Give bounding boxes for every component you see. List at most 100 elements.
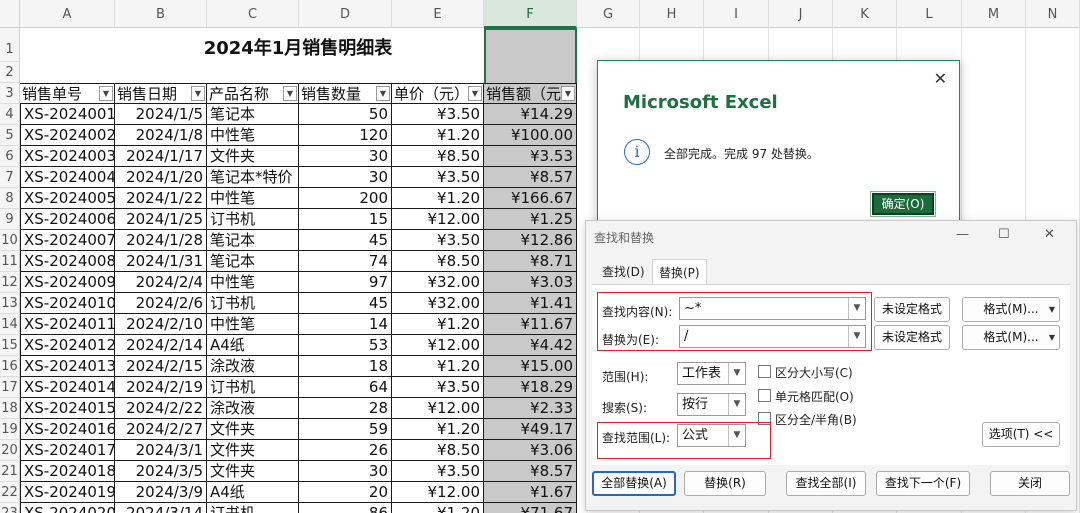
column-header[interactable]: N bbox=[1026, 0, 1080, 28]
row-header[interactable]: 2 bbox=[0, 62, 20, 83]
chevron-down-icon[interactable]: ▼ bbox=[728, 394, 745, 415]
filter-dropdown-icon[interactable]: ▼ bbox=[283, 86, 297, 101]
table-cell[interactable]: 2024/1/5 bbox=[115, 104, 207, 125]
filter-dropdown-icon[interactable]: ▼ bbox=[376, 86, 390, 101]
select-all-corner[interactable] bbox=[0, 0, 20, 28]
table-cell[interactable]: 45 bbox=[299, 293, 392, 314]
table-cell[interactable]: 2024/2/6 bbox=[115, 293, 207, 314]
replace-no-format-button[interactable]: 未设定格式 bbox=[874, 325, 950, 350]
table-cell[interactable]: XS-2024010 bbox=[20, 293, 115, 314]
table-cell[interactable]: 文件夹 bbox=[207, 440, 299, 461]
table-cell[interactable]: ¥8.50 bbox=[392, 440, 484, 461]
table-cell[interactable]: XS-2024013 bbox=[20, 356, 115, 377]
row-header[interactable]: 7 bbox=[0, 167, 20, 188]
row-header[interactable]: 5 bbox=[0, 125, 20, 146]
row-header[interactable]: 4 bbox=[0, 104, 20, 125]
table-header-cell[interactable]: 销售日期 ▼ bbox=[115, 83, 207, 104]
find-no-format-button[interactable]: 未设定格式 bbox=[874, 297, 950, 322]
table-header-cell[interactable]: 产品名称 ▼ bbox=[207, 83, 299, 104]
table-cell[interactable]: ¥2.33 bbox=[484, 398, 577, 419]
close-button[interactable]: 关闭 bbox=[990, 471, 1070, 496]
row-header[interactable]: 9 bbox=[0, 209, 20, 230]
table-cell[interactable]: ¥3.53 bbox=[484, 146, 577, 167]
table-cell[interactable]: XS-2024007 bbox=[20, 230, 115, 251]
table-cell[interactable]: 2024/3/14 bbox=[115, 503, 207, 513]
table-cell[interactable]: 2024/1/20 bbox=[115, 167, 207, 188]
table-cell[interactable]: 涂改液 bbox=[207, 398, 299, 419]
table-cell[interactable]: ¥8.57 bbox=[484, 167, 577, 188]
table-cell[interactable]: 2024/2/10 bbox=[115, 314, 207, 335]
table-cell[interactable]: XS-2024019 bbox=[20, 482, 115, 503]
table-cell[interactable]: 订书机 bbox=[207, 503, 299, 513]
table-cell[interactable]: XS-2024014 bbox=[20, 377, 115, 398]
table-cell[interactable]: 50 bbox=[299, 104, 392, 125]
table-cell[interactable]: 45 bbox=[299, 230, 392, 251]
close-icon[interactable]: ✕ bbox=[1044, 227, 1055, 242]
table-cell[interactable]: ¥15.00 bbox=[484, 356, 577, 377]
row-header[interactable]: 17 bbox=[0, 377, 20, 398]
row-header[interactable]: 11 bbox=[0, 251, 20, 272]
table-cell[interactable]: 2024/1/17 bbox=[115, 146, 207, 167]
table-cell[interactable]: ¥1.20 bbox=[392, 356, 484, 377]
table-cell[interactable]: 30 bbox=[299, 167, 392, 188]
table-cell[interactable]: ¥3.50 bbox=[392, 230, 484, 251]
find-all-button[interactable]: 查找全部(I) bbox=[786, 471, 866, 496]
minimize-icon[interactable]: — bbox=[956, 227, 969, 242]
table-cell[interactable]: 14 bbox=[299, 314, 392, 335]
table-cell[interactable]: 2024/3/9 bbox=[115, 482, 207, 503]
column-header[interactable]: A bbox=[20, 0, 115, 28]
table-cell[interactable]: ¥1.67 bbox=[484, 482, 577, 503]
ok-button[interactable]: 确定(O) bbox=[870, 191, 936, 217]
options-button[interactable]: 选项(T) << bbox=[982, 422, 1060, 447]
close-icon[interactable]: ✕ bbox=[934, 69, 947, 88]
table-cell[interactable]: 97 bbox=[299, 272, 392, 293]
row-header[interactable]: 18 bbox=[0, 398, 20, 419]
row-header[interactable]: 3 bbox=[0, 83, 20, 104]
table-header-cell[interactable]: 单价（元） ▼ bbox=[392, 83, 484, 104]
within-select[interactable]: 工作表 ▼ bbox=[677, 362, 746, 385]
table-cell[interactable]: 2024/2/14 bbox=[115, 335, 207, 356]
table-cell[interactable]: 2024/2/19 bbox=[115, 377, 207, 398]
table-cell[interactable]: 30 bbox=[299, 146, 392, 167]
table-cell[interactable]: ¥1.20 bbox=[392, 419, 484, 440]
table-cell[interactable]: 64 bbox=[299, 377, 392, 398]
replace-all-button[interactable]: 全部替换(A) bbox=[592, 471, 676, 496]
row-header[interactable]: 23 bbox=[0, 503, 20, 513]
table-cell[interactable]: 订书机 bbox=[207, 209, 299, 230]
row-header[interactable]: 15 bbox=[0, 335, 20, 356]
table-cell[interactable]: XS-2024011 bbox=[20, 314, 115, 335]
table-cell[interactable]: 文件夹 bbox=[207, 419, 299, 440]
row-header[interactable]: 13 bbox=[0, 293, 20, 314]
table-cell[interactable]: ¥166.67 bbox=[484, 188, 577, 209]
filter-dropdown-icon[interactable]: ▼ bbox=[468, 86, 482, 101]
table-cell[interactable]: XS-2024009 bbox=[20, 272, 115, 293]
table-cell[interactable]: XS-2024015 bbox=[20, 398, 115, 419]
column-header[interactable]: H bbox=[640, 0, 704, 28]
table-cell[interactable]: 2024/1/22 bbox=[115, 188, 207, 209]
find-next-button[interactable]: 查找下一个(F) bbox=[876, 471, 970, 496]
table-cell[interactable]: ¥71.67 bbox=[484, 503, 577, 513]
table-cell[interactable]: 笔记本*特价 bbox=[207, 167, 299, 188]
column-header[interactable]: B bbox=[115, 0, 207, 28]
table-cell[interactable]: ¥1.20 bbox=[392, 314, 484, 335]
table-cell[interactable]: ¥32.00 bbox=[392, 272, 484, 293]
chevron-down-icon[interactable]: ▼ bbox=[1049, 326, 1055, 349]
filter-dropdown-icon[interactable]: ▼ bbox=[191, 86, 205, 101]
table-cell[interactable]: 文件夹 bbox=[207, 461, 299, 482]
column-header[interactable]: E bbox=[392, 0, 484, 28]
table-cell[interactable]: ¥4.42 bbox=[484, 335, 577, 356]
table-cell[interactable]: 2024/1/8 bbox=[115, 125, 207, 146]
row-header[interactable]: 6 bbox=[0, 146, 20, 167]
table-cell[interactable]: ¥3.50 bbox=[392, 104, 484, 125]
chevron-down-icon[interactable]: ▼ bbox=[1049, 298, 1055, 321]
table-cell[interactable]: ¥18.29 bbox=[484, 377, 577, 398]
table-cell[interactable]: 订书机 bbox=[207, 293, 299, 314]
maximize-icon[interactable]: ☐ bbox=[998, 227, 1010, 242]
table-cell[interactable]: ¥1.20 bbox=[392, 503, 484, 513]
table-cell[interactable]: 中性笔 bbox=[207, 125, 299, 146]
table-cell[interactable]: ¥11.67 bbox=[484, 314, 577, 335]
table-cell[interactable]: ¥8.57 bbox=[484, 461, 577, 482]
table-cell[interactable]: 订书机 bbox=[207, 377, 299, 398]
table-cell[interactable]: XS-2024001 bbox=[20, 104, 115, 125]
table-cell[interactable]: 2024/1/28 bbox=[115, 230, 207, 251]
